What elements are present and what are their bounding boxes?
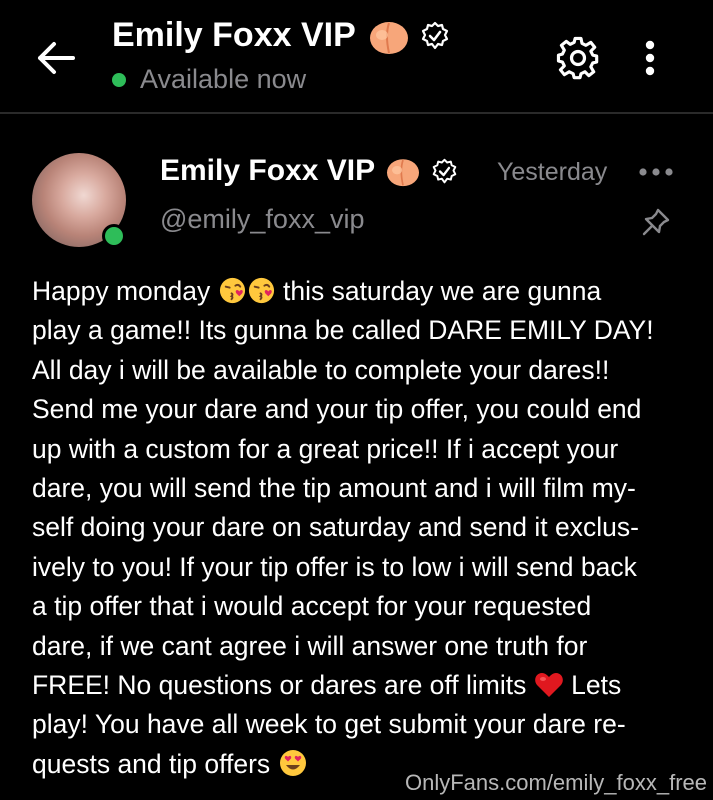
kissing-heart-emoji-icon bbox=[248, 277, 274, 304]
post-text-line: play a game!! Its gunna be called DARE E… bbox=[32, 315, 654, 346]
post-text-line: ively to you! If your tip offer is to lo… bbox=[32, 551, 637, 582]
chat-title[interactable]: Emily Foxx VIP bbox=[112, 16, 450, 55]
post-author-name[interactable]: Emily Foxx VIP bbox=[160, 154, 458, 188]
peach-emoji-icon bbox=[387, 159, 420, 187]
post-options-button[interactable] bbox=[636, 158, 676, 186]
more-horizontal-icon bbox=[639, 168, 673, 176]
verified-icon bbox=[432, 158, 457, 183]
more-options-button[interactable] bbox=[628, 32, 672, 84]
kissing-heart-emoji-icon bbox=[219, 277, 245, 304]
post-text-segment: Lets bbox=[571, 670, 622, 701]
availability-status: Available now bbox=[112, 64, 306, 95]
online-dot bbox=[112, 72, 126, 87]
post-text: Happy monday this saturday we are gunna … bbox=[32, 272, 682, 784]
post-text-line: dare, you will send the tip amount and i… bbox=[32, 473, 636, 504]
post-text-segment: FREE! No questions or dares are off limi… bbox=[32, 670, 534, 701]
chat-header: Emily Foxx VIP Available now bbox=[0, 0, 713, 112]
online-indicator bbox=[102, 224, 126, 248]
post-text-line: All day i will be available to complete … bbox=[32, 354, 610, 385]
post-text-line: up with a custom for a great price!! If … bbox=[32, 433, 619, 464]
post-text-line: self doing your dare on saturday and sen… bbox=[32, 512, 639, 543]
heart-eyes-emoji-icon bbox=[279, 749, 306, 776]
more-vertical-icon bbox=[645, 40, 655, 76]
pin-icon bbox=[642, 208, 670, 236]
post-text-segment: Happy monday bbox=[32, 276, 218, 306]
post-text-line: play! You have all week to get submit yo… bbox=[32, 709, 626, 740]
back-button[interactable] bbox=[28, 30, 84, 86]
post-text-segment: this saturday we are gunna bbox=[282, 276, 602, 306]
settings-button[interactable] bbox=[552, 32, 604, 84]
chat-title-text: Emily Foxx VIP bbox=[112, 16, 356, 54]
watermark: OnlyFans.com/emily_foxx_free bbox=[405, 770, 707, 795]
pin-button[interactable] bbox=[636, 204, 676, 240]
post-text-line: FREE! No questions or dares are off limi… bbox=[32, 666, 682, 705]
post-text-line: a tip offer that i would accept for your… bbox=[32, 591, 592, 622]
gear-icon bbox=[556, 36, 599, 80]
post-text-segment: quests and tip offers bbox=[32, 748, 271, 779]
red-heart-emoji-icon bbox=[534, 673, 563, 698]
post-author-handle[interactable]: @emily_foxx_vip bbox=[160, 204, 364, 235]
header-divider bbox=[0, 112, 713, 114]
arrow-left-icon bbox=[38, 42, 75, 74]
verified-icon bbox=[421, 21, 448, 49]
peach-emoji-icon bbox=[369, 21, 408, 54]
availability-text: Available now bbox=[140, 64, 307, 94]
post-text-line: Happy monday this saturday we are gunna bbox=[32, 272, 682, 311]
post-author-name-text: Emily Foxx VIP bbox=[160, 154, 376, 187]
post-text-line: Send me your dare and your tip offer, yo… bbox=[32, 394, 642, 425]
post-timestamp: Yesterday bbox=[497, 158, 608, 186]
post-text-line: dare, if we cant agree i will answer one… bbox=[32, 630, 588, 661]
